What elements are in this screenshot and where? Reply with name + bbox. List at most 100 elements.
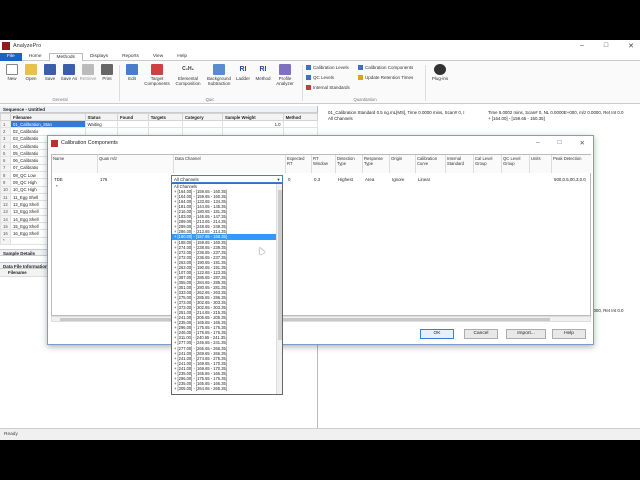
minimize-icon[interactable]: – bbox=[580, 42, 584, 50]
row-number[interactable]: 5 bbox=[0, 149, 11, 158]
update-retention-times-link[interactable]: Update Retention Times bbox=[358, 75, 413, 80]
print-button[interactable]: Print bbox=[98, 64, 116, 81]
found-cell[interactable] bbox=[117, 119, 149, 129]
col-method[interactable]: Method bbox=[282, 113, 319, 121]
tab-file[interactable]: File bbox=[0, 53, 22, 61]
tab-home[interactable]: Home bbox=[22, 53, 49, 61]
detection-type-cell[interactable]: Highest bbox=[338, 177, 353, 182]
chevron-down-icon[interactable]: ▼ bbox=[276, 177, 281, 182]
ok-button[interactable]: OK bbox=[420, 329, 454, 339]
close-icon[interactable]: ✕ bbox=[628, 42, 634, 50]
tab-reports[interactable]: Reports bbox=[115, 53, 146, 61]
cancel-button[interactable]: Cancel bbox=[464, 329, 498, 339]
row-number[interactable]: 12 bbox=[0, 200, 11, 209]
save-as-button[interactable]: Save As bbox=[60, 64, 78, 81]
origin-cell[interactable]: Ignore bbox=[392, 177, 404, 182]
col-category[interactable]: Category bbox=[181, 113, 224, 121]
response-type-cell[interactable]: Area bbox=[365, 177, 374, 182]
row-number[interactable]: 8 bbox=[0, 171, 11, 180]
rt-window-cell[interactable]: 0.3 bbox=[314, 177, 320, 182]
category-cell[interactable] bbox=[181, 127, 224, 136]
col-internal-standard[interactable]: Internal Standard bbox=[446, 155, 474, 173]
col-expected-rt[interactable]: Expected RT bbox=[286, 155, 312, 173]
row-number[interactable]: 6 bbox=[0, 156, 11, 165]
dropdown-option[interactable]: + [305.00] - [264.65 - 265.35] bbox=[172, 386, 282, 391]
row-number[interactable]: 11 bbox=[0, 192, 11, 202]
col-sample-weight[interactable]: Sample Weight bbox=[222, 113, 284, 121]
profile-analyzer-button[interactable]: Profile Analyzer bbox=[274, 64, 296, 86]
qc-levels-link[interactable]: QC Levels bbox=[306, 75, 334, 80]
row-number[interactable]: 16 bbox=[0, 229, 11, 238]
table-row[interactable]: 1 01_Calibration_Stan Waiting 1.0 bbox=[0, 119, 319, 129]
row-number[interactable]: 2 bbox=[0, 127, 11, 136]
col-cal-level-group[interactable]: Cal Level Group bbox=[474, 155, 502, 173]
save-button[interactable]: Save bbox=[41, 64, 59, 81]
new-button[interactable]: New bbox=[3, 64, 21, 81]
targets-cell[interactable] bbox=[147, 119, 183, 129]
category-cell[interactable] bbox=[181, 119, 224, 129]
col-status[interactable]: Status bbox=[84, 113, 118, 121]
edit-button[interactable]: Edit bbox=[123, 64, 141, 81]
maximize-icon[interactable]: □ bbox=[604, 42, 608, 50]
tab-methods[interactable]: Methods bbox=[48, 53, 83, 61]
method-cell[interactable] bbox=[282, 119, 319, 129]
status-cell[interactable]: Waiting bbox=[84, 119, 118, 129]
tab-displays[interactable]: Displays bbox=[83, 53, 115, 61]
col-qc-level-group[interactable]: QC Level Group bbox=[502, 155, 530, 173]
row-number[interactable]: * bbox=[0, 236, 11, 246]
col-origin[interactable]: Origin bbox=[390, 155, 416, 173]
dialog-close-icon[interactable]: ✕ bbox=[580, 139, 585, 147]
filename-cell[interactable]: 01_Calibration_Stan bbox=[10, 119, 86, 129]
method-cell[interactable] bbox=[282, 127, 319, 136]
calibration-levels-link[interactable]: Calibration Levels bbox=[306, 65, 349, 70]
col-quan-mz[interactable]: Quan m/z bbox=[98, 155, 174, 173]
col-name[interactable]: Name bbox=[52, 155, 98, 173]
help-button[interactable]: Help bbox=[552, 329, 586, 339]
row-number[interactable]: 1 bbox=[0, 119, 11, 129]
row-number[interactable]: 3 bbox=[0, 134, 11, 143]
row-number[interactable]: 14 bbox=[0, 214, 11, 224]
status-cell[interactable] bbox=[84, 127, 118, 136]
col-filename[interactable]: Filename bbox=[10, 113, 86, 121]
filename-cell[interactable]: 02_Calibratio bbox=[10, 127, 86, 136]
col-found[interactable]: Found bbox=[117, 113, 149, 121]
method-button[interactable]: RI Method bbox=[254, 64, 272, 81]
open-button[interactable]: Open bbox=[22, 64, 40, 81]
row-number[interactable]: 15 bbox=[0, 222, 11, 231]
target-components-button[interactable]: Target Components bbox=[143, 64, 171, 86]
col-rt-window[interactable]: RT Window bbox=[312, 155, 336, 173]
dialog-minimize-icon[interactable]: – bbox=[536, 139, 540, 147]
col-calibration-curve[interactable]: Calibration Curve bbox=[416, 155, 446, 173]
row-number[interactable]: 10 bbox=[0, 185, 11, 194]
grid-horizontal-scrollbar[interactable] bbox=[51, 316, 591, 322]
expected-rt-cell[interactable]: 0 bbox=[288, 177, 290, 182]
scroll-thumb[interactable] bbox=[60, 318, 550, 321]
plugins-button[interactable]: Plug-ins bbox=[430, 64, 450, 81]
dropdown-scrollbar[interactable] bbox=[276, 184, 282, 394]
col-response-type[interactable]: Response Type bbox=[363, 155, 390, 173]
found-cell[interactable] bbox=[117, 127, 149, 136]
ladder-button[interactable]: RI Ladder bbox=[234, 64, 252, 81]
component-name-cell[interactable]: TDE bbox=[54, 177, 63, 182]
sample-weight-cell[interactable] bbox=[222, 127, 284, 136]
tab-view[interactable]: View bbox=[146, 53, 170, 61]
import-button[interactable]: Import... bbox=[506, 329, 546, 339]
table-row[interactable]: 2 02_Calibratio bbox=[0, 127, 319, 136]
calibration-curve-cell[interactable]: Linear bbox=[418, 177, 430, 182]
col-data-channel[interactable]: Data Channel bbox=[174, 155, 286, 173]
retrieve-button[interactable]: Retrieve bbox=[79, 64, 97, 81]
col-peak-detection[interactable]: Peak Detection bbox=[552, 155, 592, 173]
row-number[interactable]: 4 bbox=[0, 141, 11, 151]
col-targets[interactable]: Targets bbox=[147, 113, 183, 121]
dialog-maximize-icon[interactable]: □ bbox=[558, 139, 562, 147]
dropdown-scroll-thumb[interactable] bbox=[278, 190, 282, 340]
elemental-composition-button[interactable]: C₂H₆ Elemental Composition bbox=[173, 64, 203, 86]
internal-standards-link[interactable]: Internal Standards bbox=[306, 85, 350, 90]
col-detection-type[interactable]: Detection Type bbox=[336, 155, 363, 173]
row-number[interactable]: 7 bbox=[0, 163, 11, 173]
col-units[interactable]: Units bbox=[530, 155, 552, 173]
row-number[interactable]: 13 bbox=[0, 207, 11, 216]
peak-detection-cell[interactable]: 500,0.5,00,3,0.0 bbox=[554, 177, 586, 182]
row-number[interactable]: 9 bbox=[0, 178, 11, 187]
calibration-components-link[interactable]: Calibration Components bbox=[358, 65, 413, 70]
